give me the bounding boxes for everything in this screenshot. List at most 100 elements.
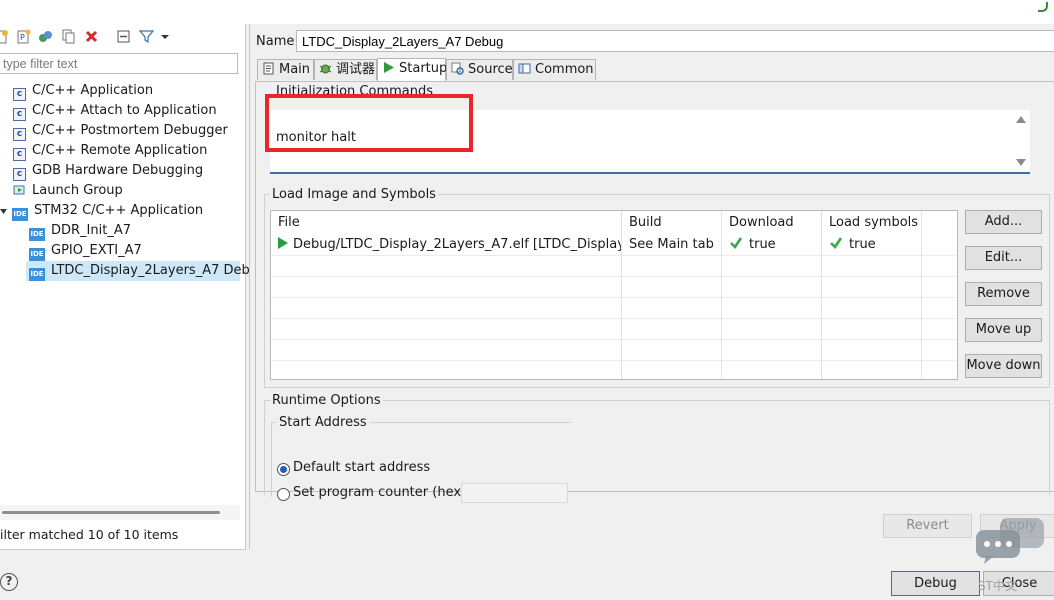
debug-button[interactable]: Debug	[891, 571, 980, 596]
title-strip	[0, 0, 1054, 24]
tree-item-label: Launch Group	[32, 183, 123, 198]
watermark-text: ST中文	[978, 579, 1017, 593]
row-download: true	[749, 237, 776, 252]
table-row-empty	[271, 360, 957, 379]
bug-icon	[319, 64, 332, 74]
tree-item-label: C/C++ Attach to Application	[32, 103, 217, 118]
scrollbar-thumb[interactable]	[2, 511, 220, 514]
tab-startup[interactable]: Startup	[377, 58, 447, 81]
tree-horizontal-scrollbar[interactable]	[0, 505, 240, 520]
row-file: Debug/LTDC_Display_2Layers_A7.elf [LTDC_…	[293, 237, 621, 252]
tree-item-ddr-init[interactable]: IDE DDR_Init_A7	[29, 221, 131, 241]
tree-item-label: STM32 C/C++ Application	[34, 203, 204, 218]
default-start-address-label[interactable]: Default start address	[293, 460, 430, 475]
revert-button[interactable]: Revert	[883, 514, 972, 538]
program-counter-input[interactable]	[461, 483, 568, 503]
tree-item-label: GPIO_EXTI_A7	[51, 243, 142, 258]
default-start-address-radio[interactable]	[277, 463, 290, 476]
checkmark-icon	[830, 237, 843, 250]
column-load-symbols[interactable]: Load symbols	[822, 211, 922, 234]
filter-input[interactable]	[0, 53, 238, 74]
tab-main[interactable]: Main	[257, 59, 314, 80]
highlight-annotation-box	[265, 94, 473, 152]
column-file[interactable]: File	[271, 211, 622, 234]
tree-item-cpp-application[interactable]: c C/C++ Application	[13, 81, 153, 101]
c-icon: c	[13, 168, 26, 181]
source-icon	[451, 62, 464, 75]
tree-item-label: GDB Hardware Debugging	[32, 163, 204, 178]
tree-item-gpio-exti[interactable]: IDE GPIO_EXTI_A7	[29, 241, 142, 261]
scroll-up-arrow-icon[interactable]	[1016, 116, 1026, 123]
table-row-empty	[271, 255, 957, 277]
ide-icon: IDE	[29, 228, 45, 241]
c-icon: c	[13, 128, 26, 141]
table-row-empty	[271, 339, 957, 361]
c-icon: c	[13, 148, 26, 161]
column-build[interactable]: Build	[622, 211, 722, 234]
play-icon	[278, 237, 288, 249]
set-program-counter-radio[interactable]	[277, 488, 290, 501]
tree-item-label: LTDC_Display_2Layers_A7 Debug	[51, 263, 267, 278]
tree-item-ltdc-debug[interactable]: IDE LTDC_Display_2Layers_A7 Debug	[26, 261, 266, 281]
table-row[interactable]: Debug/LTDC_Display_2Layers_A7.elf [LTDC_…	[271, 234, 957, 256]
tree-item-label: C/C++ Postmortem Debugger	[32, 123, 228, 138]
tab-debugger[interactable]: 调试器	[314, 59, 377, 80]
help-icon[interactable]: ?	[0, 573, 18, 591]
tree-item-launch-group[interactable]: Launch Group	[13, 181, 123, 201]
common-icon	[518, 63, 531, 74]
init-commands-scrollbar[interactable]	[1012, 110, 1030, 172]
corner-icon	[1038, 2, 1048, 12]
config-toolbar: P	[0, 26, 245, 48]
move-down-button[interactable]: Move down	[965, 354, 1042, 378]
add-button[interactable]: Add...	[965, 210, 1042, 234]
filter-icon[interactable]	[139, 29, 154, 44]
runtime-options-title: Runtime Options	[270, 393, 383, 408]
column-download[interactable]: Download	[722, 211, 822, 234]
launch-config-list-panel: P c C/C++ Application c C/C++ Attach to Ap…	[0, 24, 266, 550]
row-load-symbols: true	[849, 237, 876, 252]
edit-button[interactable]: Edit...	[965, 246, 1042, 270]
filter-status: ilter matched 10 of 10 items	[0, 527, 179, 542]
move-up-button[interactable]: Move up	[965, 318, 1042, 342]
tree-item-label: DDR_Init_A7	[51, 223, 131, 238]
collapse-all-icon[interactable]	[116, 29, 131, 44]
tree-item-cpp-attach[interactable]: c C/C++ Attach to Application	[13, 101, 217, 121]
tree-item-cpp-postmortem[interactable]: c C/C++ Postmortem Debugger	[13, 121, 228, 141]
chat-bubble-watermark-icon	[976, 518, 1044, 564]
table-row-empty	[271, 318, 957, 340]
ide-icon: IDE	[29, 248, 45, 261]
launch-group-icon	[13, 185, 25, 195]
new-config-icon[interactable]	[0, 29, 9, 44]
ide-icon: IDE	[12, 208, 28, 221]
load-image-title: Load Image and Symbols	[270, 187, 438, 202]
export-config-icon[interactable]	[38, 29, 53, 44]
delete-config-icon[interactable]	[84, 29, 99, 44]
set-program-counter-label[interactable]: Set program counter (hex):	[293, 485, 470, 500]
document-icon	[263, 62, 274, 75]
view-menu-chevron-down-icon[interactable]	[160, 29, 170, 44]
table-row-empty	[271, 276, 957, 298]
play-icon	[384, 62, 394, 73]
tree-item-label: C/C++ Application	[32, 83, 154, 98]
tree-item-cpp-remote[interactable]: c C/C++ Remote Application	[13, 141, 207, 161]
svg-text:P: P	[20, 33, 25, 42]
config-name-input[interactable]	[296, 30, 1054, 52]
tree-item-gdb-hardware[interactable]: c GDB Hardware Debugging	[13, 161, 203, 181]
checkmark-icon	[730, 237, 743, 250]
chevron-down-icon[interactable]	[0, 207, 8, 216]
tree-item-stm32-application[interactable]: IDE STM32 C/C++ Application	[0, 201, 203, 221]
name-label: Name:	[256, 34, 299, 49]
new-prototype-icon[interactable]: P	[16, 29, 31, 44]
c-icon: c	[13, 108, 26, 121]
tab-common[interactable]: Common	[513, 59, 596, 80]
load-image-table[interactable]: File Build Download Load symbols Debug/L…	[270, 210, 958, 380]
startup-tab-body: Initialization Commands monitor halt Loa…	[255, 81, 1054, 503]
scroll-down-arrow-icon[interactable]	[1016, 159, 1026, 166]
start-address-title: Start Address	[276, 415, 370, 430]
table-row-empty	[271, 297, 957, 319]
c-icon: c	[13, 88, 26, 101]
remove-button[interactable]: Remove	[965, 282, 1042, 306]
tab-source[interactable]: Source	[446, 59, 513, 80]
tree-item-label: C/C++ Remote Application	[32, 143, 208, 158]
duplicate-config-icon[interactable]	[61, 29, 76, 44]
